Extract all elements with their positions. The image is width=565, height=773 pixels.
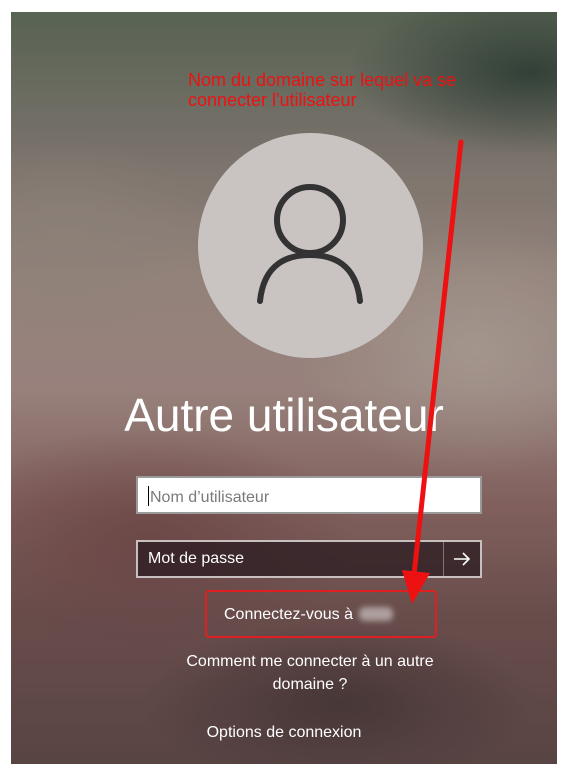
username-field[interactable]: Nom d’utilisateur [136,476,482,514]
submit-button[interactable] [443,542,480,576]
account-title: Autre utilisateur [124,389,444,441]
arrow-right-icon [454,552,471,566]
annotation-text: Nom du domaine sur lequel va se connecte… [188,70,563,110]
password-field[interactable]: Mot de passe [136,540,482,578]
text-caret [148,486,149,506]
connect-to-label: Connectez-vous à [224,606,353,623]
person-icon [257,184,363,304]
username-placeholder: Nom d’utilisateur [150,489,270,506]
user-avatar [198,133,423,358]
annotation-line-2: connecter l'utilisateur [188,90,357,110]
blurred-domain-name [358,607,393,621]
other-domain-link[interactable]: Comment me connecter à un autre domaine … [160,650,460,696]
sign-in-options-link[interactable]: Options de connexion [11,724,557,742]
connect-to-domain: Connectez-vous à [205,590,437,638]
annotation-line-1: Nom du domaine sur lequel va se [188,70,457,90]
password-placeholder: Mot de passe [148,550,245,567]
